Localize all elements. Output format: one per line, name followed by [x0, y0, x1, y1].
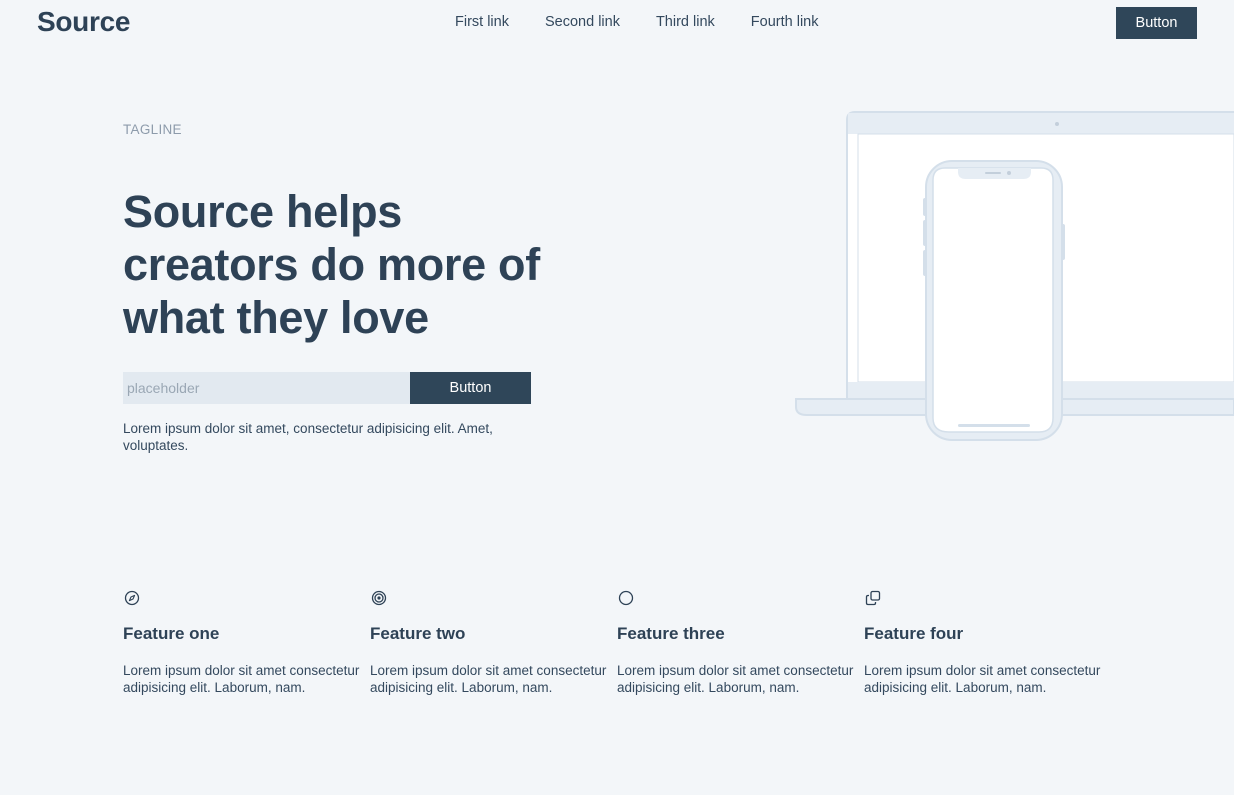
feature-text: Lorem ipsum dolor sit amet consectetur a… — [864, 663, 1101, 695]
hero-description: Lorem ipsum dolor sit amet, consectetur … — [123, 421, 493, 453]
logo[interactable]: Source — [37, 6, 130, 38]
target-icon — [371, 590, 387, 606]
landing-page: Source First link Second link Third link… — [0, 0, 1234, 795]
feature-title: Feature three — [617, 624, 725, 643]
nav-link-fourth[interactable]: Fourth link — [751, 14, 819, 30]
compass-icon — [124, 590, 140, 606]
circle-icon — [618, 590, 634, 606]
nav-link-first[interactable]: First link — [455, 14, 509, 30]
feature-title: Feature four — [864, 624, 964, 643]
features-section: Feature one Lorem ipsum dolor sit amet c… — [123, 590, 1111, 696]
feature-card: Feature three Lorem ipsum dolor sit amet… — [617, 590, 864, 696]
feature-title: Feature one — [123, 624, 220, 643]
hero-submit-button[interactable]: Button — [410, 372, 531, 404]
copy-icon — [865, 590, 881, 606]
feature-text: Lorem ipsum dolor sit amet consectetur a… — [617, 663, 854, 695]
hero-input[interactable] — [123, 372, 410, 404]
feature-card: Feature two Lorem ipsum dolor sit amet c… — [370, 590, 617, 696]
site-header: Source First link Second link Third link… — [0, 0, 1234, 46]
device-illustration — [795, 111, 1234, 441]
hero-tagline: TAGLINE — [123, 122, 182, 137]
main-nav: First link Second link Third link Fourth… — [455, 14, 818, 30]
signup-form: Button — [123, 372, 531, 404]
header-button[interactable]: Button — [1116, 7, 1197, 39]
nav-link-third[interactable]: Third link — [656, 14, 715, 30]
nav-link-second[interactable]: Second link — [545, 14, 620, 30]
feature-title: Feature two — [370, 624, 466, 643]
feature-card: Feature one Lorem ipsum dolor sit amet c… — [123, 590, 370, 696]
feature-card: Feature four Lorem ipsum dolor sit amet … — [864, 590, 1111, 696]
feature-text: Lorem ipsum dolor sit amet consectetur a… — [123, 663, 360, 695]
hero-title: Source helps creators do more of what th… — [123, 186, 540, 343]
feature-text: Lorem ipsum dolor sit amet consectetur a… — [370, 663, 607, 695]
phone-illustration — [923, 160, 1065, 441]
